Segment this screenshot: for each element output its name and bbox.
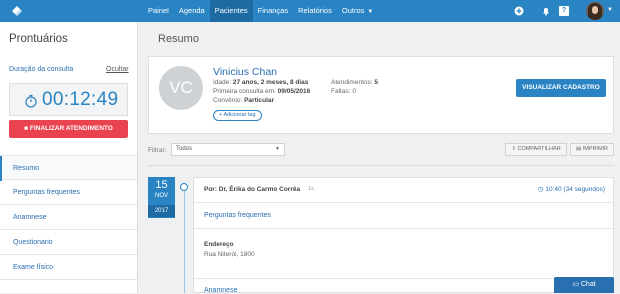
bell-icon[interactable] (541, 6, 551, 16)
section-title[interactable]: Perguntas frequentes (204, 212, 271, 219)
nav-outros[interactable]: Outros ▼ (337, 0, 378, 22)
absences-value: 0 (352, 88, 356, 95)
address-label: Endereço (204, 241, 234, 248)
absences-label: Faltas: (331, 88, 351, 95)
chevron-down-icon: ▼ (275, 146, 280, 152)
sidebar-menu: Resumo Perguntas frequentes Anamnese Que… (0, 155, 137, 280)
nav-pacientes[interactable]: Pacientes (209, 0, 253, 22)
patient-first-visit: Primeira consulta em: 09/05/2016 (213, 88, 310, 95)
address-value: Rua Niterói, 1800 (204, 251, 255, 258)
chat-label: Chat (580, 281, 596, 288)
add-circle-icon[interactable] (514, 6, 524, 16)
entry-ago: 1s (308, 186, 314, 192)
timeline-entry: Por: Dr. Érika do Carmo Corrêa 1s ◷ 10:4… (193, 177, 614, 294)
add-tag-button[interactable]: + Adicionar tag (213, 110, 262, 121)
entry-author: Por: Dr. Érika do Carmo Corrêa (204, 186, 301, 193)
avatar-face (592, 6, 598, 14)
print-button[interactable]: ▤ IMPRIMIR (570, 143, 614, 156)
print-label: IMPRIMIR (582, 146, 609, 152)
chevron-down-icon: ▼ (367, 9, 374, 15)
add-tag-label: Adicionar tag (223, 112, 256, 118)
nav-painel[interactable]: Painel (143, 0, 174, 22)
duration-label: Duração da consulta (9, 66, 74, 73)
entry-time-value: 10:40 (34 segundos) (545, 186, 605, 193)
page-title: Resumo (158, 33, 199, 45)
patient-name[interactable]: Vinicius Chan (213, 66, 277, 78)
timeline-date-badge: 15 NOV 2017 (148, 177, 175, 218)
chat-button[interactable]: ▭ Chat (554, 277, 614, 293)
sidebar-item-perguntas-frequentes[interactable]: Perguntas frequentes (0, 180, 137, 205)
filter-select[interactable]: Todos ▼ (171, 143, 285, 156)
patient-avatar: VC (159, 66, 203, 110)
chevron-down-icon[interactable]: ▼ (607, 7, 613, 13)
visits-stat: Atendimentos: 5 (331, 79, 378, 86)
entry-section-anamnese: Anamnese (194, 278, 613, 294)
timeline-line (184, 186, 185, 293)
sidebar-item-resumo[interactable]: Resumo (0, 155, 137, 181)
age-value: 27 anos, 2 meses, 8 dias (232, 79, 309, 86)
absences-stat: Faltas: 0 (331, 88, 356, 95)
timeline-dot (180, 183, 188, 191)
finish-appointment-button[interactable]: ■ FINALIZAR ATENDIMENTO (9, 120, 128, 138)
share-label: COMPARTILHAR (517, 146, 561, 152)
filter-selected-value: Todos (176, 146, 193, 152)
help-icon[interactable]: ? (559, 6, 569, 16)
age-label: Idade: (213, 79, 232, 86)
share-button[interactable]: ⇪ COMPARTILHAR (505, 143, 567, 156)
patient-plan: Convênio: Particular (213, 97, 274, 104)
entry-time: ◷ 10:40 (34 segundos) (538, 185, 605, 193)
nav-financas[interactable]: Finanças (253, 0, 293, 22)
printer-icon: ▤ (575, 146, 583, 152)
entry-section-faq: Perguntas frequentes (194, 202, 613, 228)
first-visit-value: 09/05/2016 (277, 88, 311, 95)
date-month: NOV (154, 193, 168, 199)
sidebar: Prontuários Duração da consulta Ocultar … (0, 22, 138, 293)
stopwatch-icon (25, 94, 37, 108)
top-navbar: Painel Agenda Pacientes Finanças Relatór… (0, 0, 620, 22)
patient-card: VC Vinicius Chan Idade: 27 anos, 2 meses… (148, 56, 614, 134)
date-day: 15 (155, 179, 168, 191)
user-avatar[interactable] (586, 2, 604, 20)
visits-value: 5 (374, 79, 378, 86)
filter-label: Filtrar: (148, 147, 167, 154)
timer-box: 00:12:49 (9, 83, 128, 116)
timer-value: 00:12:49 (42, 89, 119, 110)
first-visit-label: Primeira consulta em: (213, 88, 276, 95)
visits-label: Atendimentos: (331, 79, 373, 86)
sidebar-title: Prontuários (9, 33, 68, 45)
sidebar-item-anamnese[interactable]: Anamnese (0, 205, 137, 230)
divider (148, 165, 614, 166)
view-registration-button[interactable]: VISUALIZAR CADASTRO (516, 79, 606, 97)
sidebar-item-exame-fisico[interactable]: Exame físico (0, 255, 137, 280)
entry-section-address: Endereço Rua Niterói, 1800 (194, 228, 613, 278)
main-nav: Painel Agenda Pacientes Finanças Relatór… (143, 0, 378, 22)
nav-outros-label: Outros (341, 6, 365, 15)
chat-icon: ▭ (572, 281, 581, 288)
plan-label: Convênio: (213, 97, 243, 104)
patient-age: Idade: 27 anos, 2 meses, 8 dias (213, 79, 308, 86)
hide-timer-link[interactable]: Ocultar (106, 66, 129, 73)
finish-appointment-label: FINALIZAR ATENDIMENTO (29, 125, 113, 132)
plan-value: Particular (244, 97, 275, 104)
date-year: 2017 (148, 205, 175, 217)
nav-relatorios[interactable]: Relatórios (293, 0, 337, 22)
nav-agenda[interactable]: Agenda (174, 0, 210, 22)
sidebar-item-questionario[interactable]: Questionario (0, 230, 137, 255)
app-logo-icon[interactable] (9, 3, 25, 19)
